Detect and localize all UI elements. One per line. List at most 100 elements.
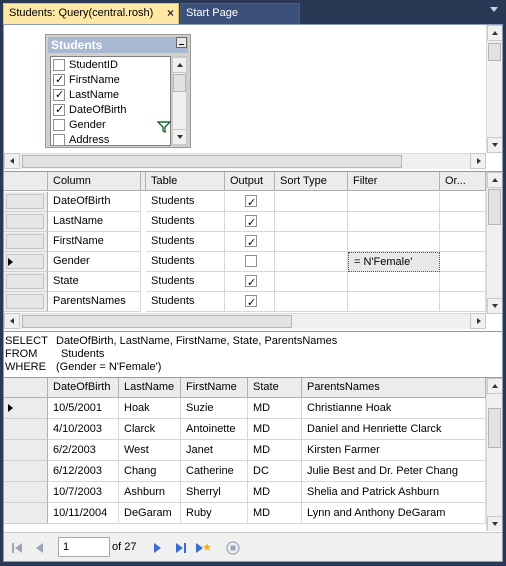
criteria-cell-column[interactable]: DateOfBirth bbox=[48, 192, 141, 212]
results-cell[interactable]: Clarck bbox=[119, 419, 181, 440]
scroll-up-button[interactable] bbox=[487, 378, 502, 394]
column-checkbox[interactable] bbox=[53, 59, 65, 71]
criteria-cell-or[interactable] bbox=[440, 292, 486, 312]
scroll-up-button[interactable] bbox=[487, 172, 502, 188]
results-cell[interactable]: Chang bbox=[119, 461, 181, 482]
criteria-header-output[interactable]: Output bbox=[225, 172, 275, 191]
tab-students-query[interactable]: Students: Query(central.rosh) × bbox=[3, 3, 179, 24]
column-checkbox[interactable] bbox=[53, 134, 65, 146]
results-cell[interactable]: MD bbox=[248, 440, 302, 461]
close-icon[interactable]: × bbox=[167, 4, 174, 23]
output-checkbox[interactable] bbox=[245, 255, 257, 267]
results-vertical-scrollbar[interactable] bbox=[486, 378, 502, 531]
criteria-cell-column[interactable]: Gender bbox=[48, 252, 141, 272]
diagram-vertical-scrollbar[interactable] bbox=[486, 25, 502, 153]
results-cell[interactable]: Janet bbox=[181, 440, 248, 461]
results-cell[interactable]: MD bbox=[248, 503, 302, 524]
criteria-row-selector-current[interactable] bbox=[4, 252, 48, 272]
results-row-selector[interactable] bbox=[4, 440, 48, 461]
criteria-cell-table[interactable]: Students bbox=[146, 292, 225, 312]
criteria-cell-filter[interactable] bbox=[348, 272, 440, 292]
scroll-thumb[interactable] bbox=[488, 408, 501, 448]
criteria-cell-filter[interactable] bbox=[348, 292, 440, 312]
criteria-horizontal-scrollbar[interactable] bbox=[4, 313, 486, 329]
column-item-dateofbirth[interactable]: DateOfBirth bbox=[51, 102, 170, 118]
results-cell[interactable]: DeGaram bbox=[119, 503, 181, 524]
first-record-icon[interactable] bbox=[11, 542, 23, 554]
scroll-down-button[interactable] bbox=[487, 298, 502, 314]
results-cell[interactable]: 6/12/2003 bbox=[48, 461, 119, 482]
column-checkbox[interactable] bbox=[53, 119, 65, 131]
scroll-left-button[interactable] bbox=[4, 153, 20, 169]
results-header-dateofbirth[interactable]: DateOfBirth bbox=[48, 378, 119, 398]
sql-pane[interactable]: SELECT DateOfBirth, LastName, FirstName,… bbox=[4, 331, 502, 376]
criteria-cell-or[interactable] bbox=[440, 232, 486, 252]
criteria-cell-or[interactable] bbox=[440, 272, 486, 292]
scroll-right-button[interactable] bbox=[470, 153, 486, 169]
new-record-icon[interactable] bbox=[195, 542, 211, 554]
criteria-cell-table[interactable]: Students bbox=[146, 232, 225, 252]
criteria-cell-column[interactable]: LastName bbox=[48, 212, 141, 232]
criteria-row-selector[interactable] bbox=[4, 232, 48, 252]
table-box-scrollbar[interactable] bbox=[172, 56, 187, 146]
criteria-cell-sort-type[interactable] bbox=[275, 252, 348, 272]
criteria-cell-or[interactable] bbox=[440, 252, 486, 272]
results-cell[interactable]: Kirsten Farmer bbox=[302, 440, 486, 461]
results-cell[interactable]: 6/2/2003 bbox=[48, 440, 119, 461]
criteria-row-selector[interactable] bbox=[4, 292, 48, 312]
results-cell[interactable]: 10/7/2003 bbox=[48, 482, 119, 503]
scroll-up-button[interactable] bbox=[172, 57, 187, 73]
scroll-down-button[interactable] bbox=[487, 137, 502, 153]
results-cell[interactable]: MD bbox=[248, 419, 302, 440]
diagram-horizontal-scrollbar[interactable] bbox=[4, 153, 486, 169]
results-cell[interactable]: Christianne Hoak bbox=[302, 398, 486, 419]
last-record-icon[interactable] bbox=[175, 542, 187, 554]
output-checkbox[interactable] bbox=[245, 273, 257, 291]
results-header-parentsnames[interactable]: ParentsNames bbox=[302, 378, 486, 398]
results-row-selector[interactable] bbox=[4, 461, 48, 482]
results-row-selector[interactable] bbox=[4, 482, 48, 503]
results-header-state[interactable]: State bbox=[248, 378, 302, 398]
results-cell[interactable]: Hoak bbox=[119, 398, 181, 419]
column-splitter[interactable] bbox=[141, 172, 146, 191]
criteria-cell-sort-type[interactable] bbox=[275, 232, 348, 252]
results-cell[interactable]: Suzie bbox=[181, 398, 248, 419]
criteria-row-selector[interactable] bbox=[4, 192, 48, 212]
results-cell[interactable]: Ruby bbox=[181, 503, 248, 524]
minimize-icon[interactable] bbox=[176, 37, 187, 48]
results-cell[interactable]: Daniel and Henriette Clarck bbox=[302, 419, 486, 440]
criteria-header-or[interactable]: Or... bbox=[440, 172, 486, 191]
output-checkbox[interactable] bbox=[245, 193, 257, 211]
current-page-input[interactable]: 1 bbox=[58, 537, 110, 557]
results-row-selector[interactable] bbox=[4, 503, 48, 524]
diagram-pane[interactable]: Students StudentID FirstName LastName D bbox=[4, 25, 502, 169]
criteria-header-table[interactable]: Table bbox=[146, 172, 225, 191]
next-record-icon[interactable] bbox=[151, 542, 163, 554]
tab-list-dropdown-icon[interactable] bbox=[490, 7, 498, 12]
scroll-down-button[interactable] bbox=[487, 516, 502, 531]
results-row-selector-current[interactable] bbox=[4, 398, 48, 419]
results-cell[interactable]: 4/10/2003 bbox=[48, 419, 119, 440]
scroll-thumb[interactable] bbox=[488, 189, 501, 225]
results-cell[interactable]: MD bbox=[248, 482, 302, 503]
criteria-cell-or[interactable] bbox=[440, 212, 486, 232]
column-item-address[interactable]: Address bbox=[51, 133, 170, 148]
output-checkbox[interactable] bbox=[245, 213, 257, 231]
criteria-row-selector[interactable] bbox=[4, 272, 48, 292]
scroll-up-button[interactable] bbox=[487, 25, 502, 41]
criteria-cell-column[interactable]: FirstName bbox=[48, 232, 141, 252]
results-cell[interactable]: Ashburn bbox=[119, 482, 181, 503]
criteria-cell-filter[interactable] bbox=[348, 212, 440, 232]
criteria-header-sort-type[interactable]: Sort Type bbox=[275, 172, 348, 191]
criteria-cell-filter[interactable] bbox=[348, 232, 440, 252]
criteria-cell-table[interactable]: Students bbox=[146, 212, 225, 232]
criteria-cell-filter[interactable] bbox=[348, 192, 440, 212]
criteria-cell-filter-active[interactable]: = N'Female' bbox=[348, 252, 440, 272]
results-cell[interactable]: Antoinette bbox=[181, 419, 248, 440]
column-item-lastname[interactable]: LastName bbox=[51, 87, 170, 103]
results-row-selector[interactable] bbox=[4, 419, 48, 440]
output-checkbox[interactable] bbox=[245, 293, 257, 311]
criteria-header-filter[interactable]: Filter bbox=[348, 172, 440, 191]
criteria-header-column[interactable]: Column bbox=[48, 172, 141, 191]
results-header-firstname[interactable]: FirstName bbox=[181, 378, 248, 398]
